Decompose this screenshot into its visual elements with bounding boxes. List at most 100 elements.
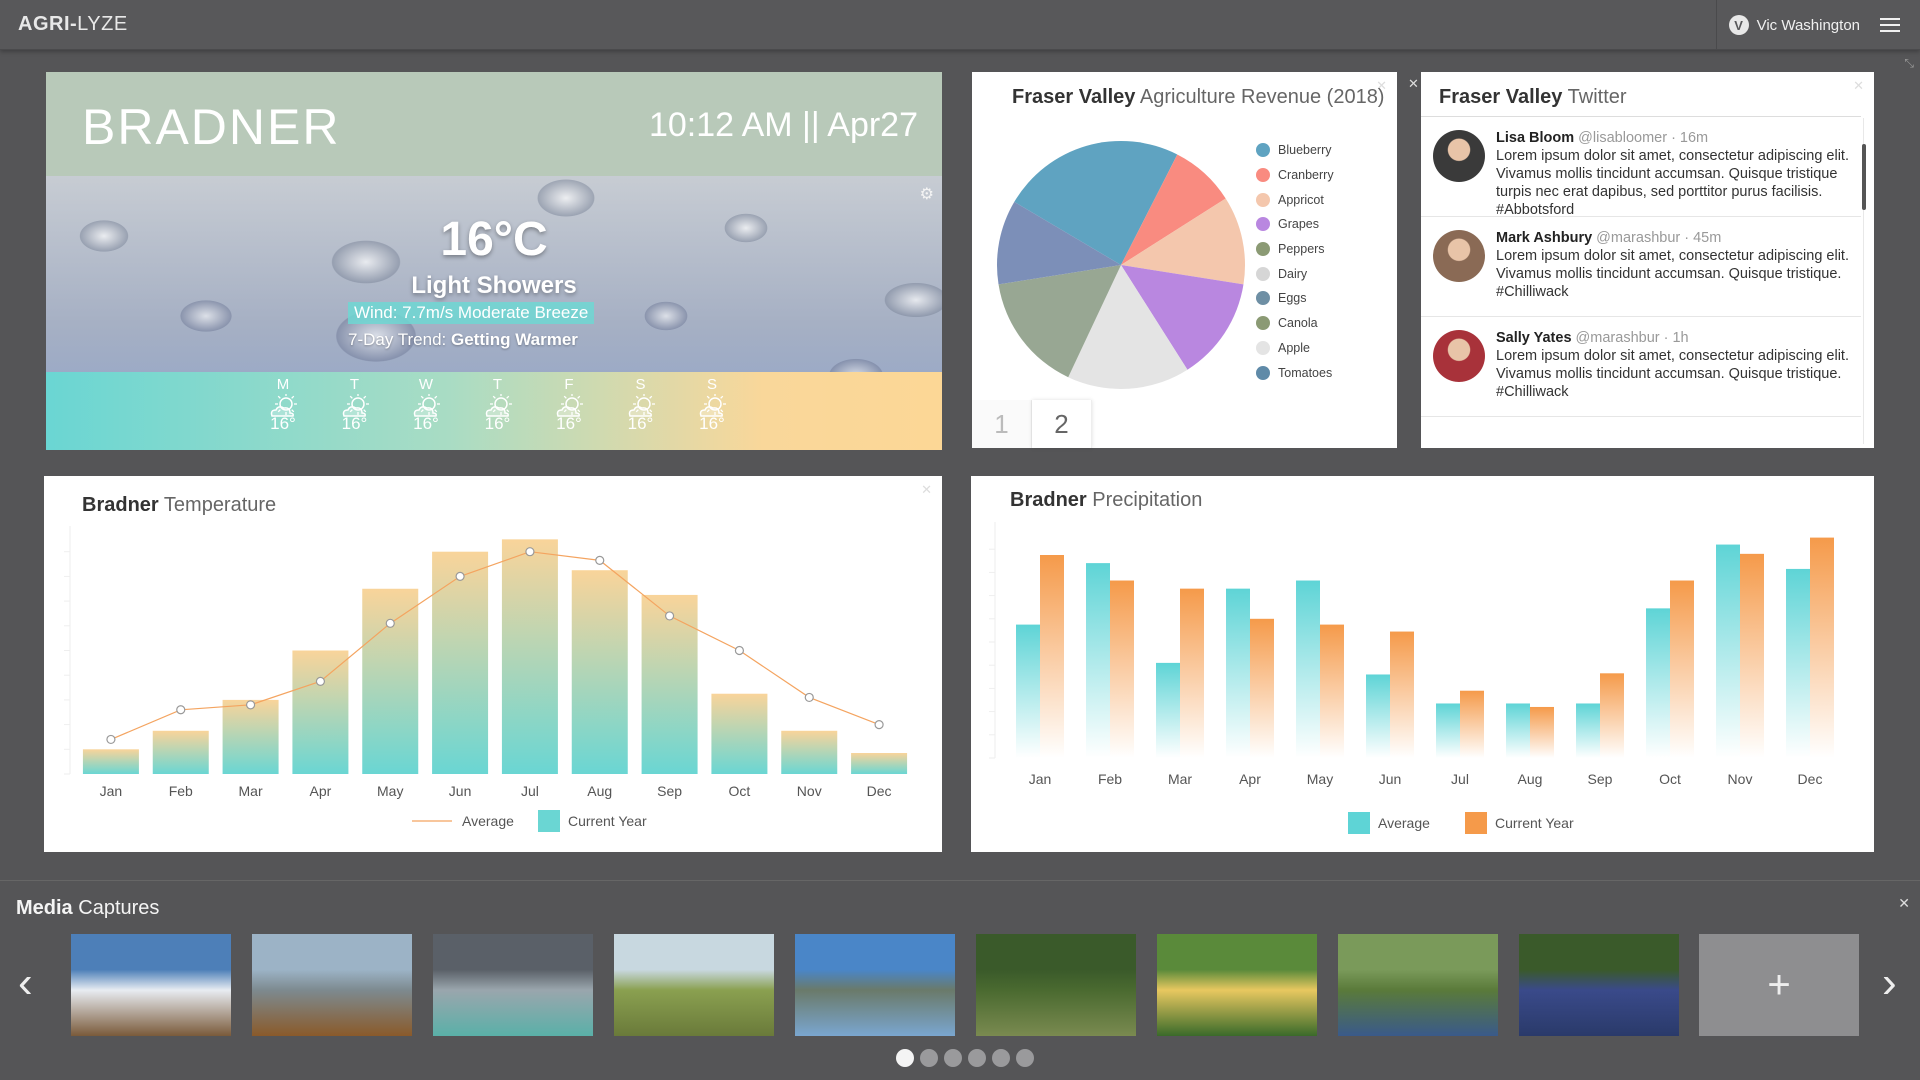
media-thumbnail[interactable] xyxy=(1338,934,1498,1036)
current-year-bar[interactable] xyxy=(1740,553,1764,758)
average-bar[interactable] xyxy=(1226,588,1250,758)
average-point[interactable] xyxy=(874,720,884,730)
media-thumbnail[interactable] xyxy=(1519,934,1679,1036)
collapse-icon[interactable]: ⤡ xyxy=(1904,56,1914,71)
gear-icon[interactable]: ⚙ xyxy=(920,184,934,204)
average-bar[interactable] xyxy=(1016,624,1040,758)
current-year-bar[interactable] xyxy=(1390,631,1414,758)
temperature-bar[interactable] xyxy=(432,551,489,774)
legend-item[interactable]: Appricot xyxy=(1256,187,1334,212)
legend-item[interactable]: Eggs xyxy=(1256,286,1334,311)
pagination-dot[interactable] xyxy=(1016,1049,1034,1067)
average-point[interactable] xyxy=(176,705,186,715)
legend-item[interactable]: Blueberry xyxy=(1256,138,1334,163)
media-thumbnail[interactable] xyxy=(1157,934,1317,1036)
current-year-bar[interactable] xyxy=(1670,580,1694,758)
average-bar[interactable] xyxy=(1646,608,1670,758)
average-bar[interactable] xyxy=(1576,703,1600,758)
close-icon[interactable]: ✕ xyxy=(1408,76,1419,92)
average-bar[interactable] xyxy=(1086,563,1110,758)
average-point[interactable] xyxy=(664,611,675,621)
average-bar[interactable] xyxy=(1436,703,1460,758)
average-bar[interactable] xyxy=(1506,703,1530,758)
temperature-bar[interactable] xyxy=(781,730,838,774)
tweet[interactable]: Lisa Bloom @lisabloomer · 16m Lorem ipsum… xyxy=(1421,117,1861,218)
media-thumbnail[interactable] xyxy=(614,934,774,1036)
average-bar[interactable] xyxy=(1716,544,1740,758)
chevron-left-icon[interactable]: ‹ xyxy=(18,961,33,1005)
pagination-dot[interactable] xyxy=(944,1049,962,1067)
legend-item[interactable]: Tomatoes xyxy=(1256,360,1334,385)
close-icon[interactable]: ✕ xyxy=(1898,895,1910,912)
tweet-author[interactable]: Mark Ashbury xyxy=(1496,230,1592,246)
current-year-bar[interactable] xyxy=(1810,537,1834,758)
close-icon[interactable]: ✕ xyxy=(1853,78,1864,94)
average-point[interactable] xyxy=(385,618,395,628)
average-bar[interactable] xyxy=(1156,662,1180,758)
current-year-bar[interactable] xyxy=(1600,673,1624,758)
average-point[interactable] xyxy=(804,692,814,703)
user-menu[interactable]: V Vic Washington xyxy=(1715,0,1900,50)
page-button[interactable]: 1 xyxy=(972,400,1032,448)
average-bar[interactable] xyxy=(1366,674,1390,758)
temperature-bar[interactable] xyxy=(292,650,349,775)
chevron-right-icon[interactable]: › xyxy=(1882,961,1897,1005)
hamburger-menu-icon[interactable] xyxy=(1880,18,1900,32)
average-point[interactable] xyxy=(315,676,326,686)
avatar[interactable] xyxy=(1433,130,1485,182)
average-point[interactable] xyxy=(734,645,745,656)
average-point[interactable] xyxy=(245,700,256,710)
legend-item[interactable]: Canola xyxy=(1256,311,1334,336)
average-bar[interactable] xyxy=(1786,568,1810,758)
pagination-dot[interactable] xyxy=(896,1049,914,1067)
temperature-bar[interactable] xyxy=(501,539,558,774)
add-media-button[interactable]: + xyxy=(1699,934,1859,1036)
average-point[interactable] xyxy=(595,555,605,565)
avatar[interactable] xyxy=(1433,230,1485,282)
media-thumbnail[interactable] xyxy=(795,934,955,1036)
pagination-dot[interactable] xyxy=(992,1049,1010,1067)
temperature-bar[interactable] xyxy=(222,699,279,774)
tweet-text: Lorem ipsum dolor sit amet, consectetur … xyxy=(1496,148,1849,218)
avatar[interactable] xyxy=(1433,330,1485,382)
pagination-dot[interactable] xyxy=(920,1049,938,1067)
current-year-bar[interactable] xyxy=(1250,618,1274,758)
tweet-list[interactable]: Lisa Bloom @lisabloomer · 16m Lorem ipsum… xyxy=(1421,116,1861,446)
current-year-bar[interactable] xyxy=(1320,624,1344,758)
average-point[interactable] xyxy=(106,734,116,745)
current-year-bar[interactable] xyxy=(1180,588,1204,758)
average-bar[interactable] xyxy=(1296,580,1320,758)
legend-item[interactable]: Apple xyxy=(1256,336,1334,361)
current-year-bar[interactable] xyxy=(1040,555,1064,758)
temperature-bar[interactable] xyxy=(362,588,419,774)
media-thumbnail[interactable] xyxy=(976,934,1136,1036)
tweet-author[interactable]: Sally Yates xyxy=(1496,330,1572,346)
tweet-author[interactable]: Lisa Bloom xyxy=(1496,130,1574,146)
temperature-bar[interactable] xyxy=(82,749,139,774)
app-logo[interactable]: AGRI-LYZE xyxy=(18,13,128,36)
media-thumbnail[interactable] xyxy=(433,934,593,1036)
current-year-bar[interactable] xyxy=(1530,706,1554,758)
media-thumbnail[interactable] xyxy=(71,934,231,1036)
temperature-bar[interactable] xyxy=(571,570,628,774)
legend-item[interactable]: Cranberry xyxy=(1256,163,1334,188)
x-tick-label: Oct xyxy=(1659,771,1681,787)
tweet[interactable]: Sally Yates @marashbur · 1h Lorem ipsum d… xyxy=(1421,317,1861,417)
temperature-bar[interactable] xyxy=(152,730,209,774)
temperature-bar[interactable] xyxy=(851,753,908,774)
legend-item[interactable]: Peppers xyxy=(1256,237,1334,262)
average-point[interactable] xyxy=(525,547,535,557)
scrollbar[interactable] xyxy=(1862,144,1866,210)
temperature-bar[interactable] xyxy=(711,693,768,774)
average-point[interactable] xyxy=(455,571,465,582)
x-tick-label: Aug xyxy=(587,783,612,799)
legend-item[interactable]: Dairy xyxy=(1256,261,1334,286)
pagination-dot[interactable] xyxy=(968,1049,986,1067)
current-year-bar[interactable] xyxy=(1110,580,1134,758)
temperature-bar[interactable] xyxy=(641,594,698,774)
media-thumbnail[interactable] xyxy=(252,934,412,1036)
page-button[interactable]: 2 xyxy=(1032,400,1092,448)
tweet[interactable]: Mark Ashbury @marashbur · 45m Lorem ipsum… xyxy=(1421,217,1861,317)
legend-item[interactable]: Grapes xyxy=(1256,212,1334,237)
current-year-bar[interactable] xyxy=(1460,690,1484,758)
